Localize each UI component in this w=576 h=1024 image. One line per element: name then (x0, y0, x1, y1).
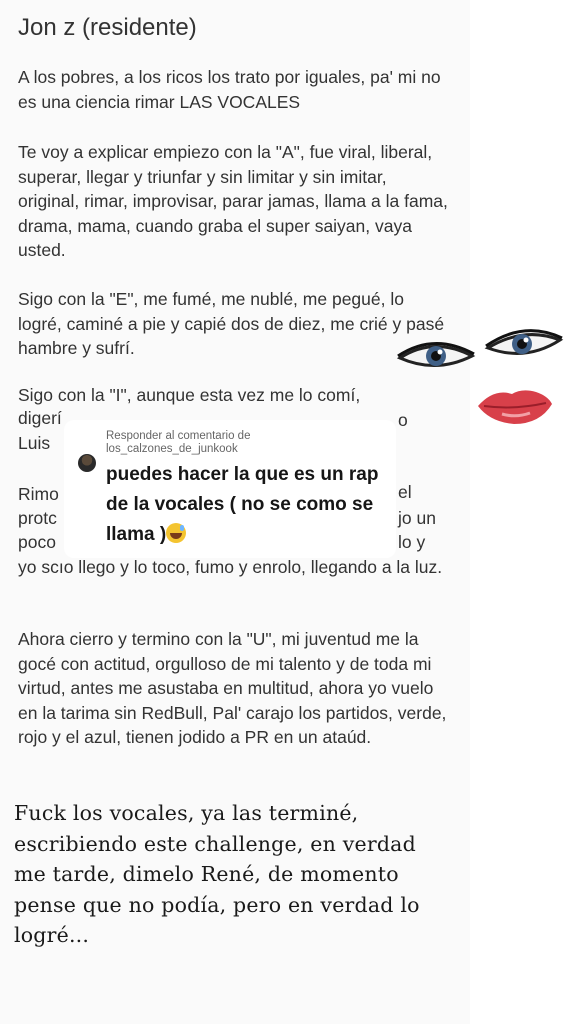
left-eye-sticker-icon (396, 342, 476, 368)
obscured-fragment-left-3: Rimo (18, 484, 59, 504)
lyrics-paragraph-3: Sigo con la "E", me fumé, me nublé, me p… (18, 289, 445, 358)
obscured-fragment-left-2: Luis (18, 433, 51, 453)
obscured-fragment-right-3: el (398, 482, 412, 502)
handwritten-verse: Fuck los vocales, ya las terminé, escrib… (14, 801, 420, 947)
obscured-fragment-right-4: jo un (398, 508, 436, 528)
reply-label: Responder al comentario de (106, 430, 251, 442)
comment-username[interactable]: los_calzones_de_junkook (106, 443, 250, 456)
obscured-fragment-right-1: o (398, 410, 408, 430)
grinning-sweat-emoji-icon (166, 523, 187, 543)
lyrics-paragraph-4-continued: yo scıo llego y lo toco, fumo y enrolo, … (18, 557, 443, 577)
lyrics-paragraph-4: Sigo con la "I", aunque esta vez me lo c… (18, 385, 361, 405)
comment-text: puedes hacer la que es un rap de la voca… (106, 460, 386, 550)
obscured-fragment-left-5: poco (18, 532, 56, 552)
obscured-fragment-left-1: digerí (18, 408, 62, 428)
reply-comment-card[interactable]: Responder al comentario de los_calzones_… (64, 420, 396, 558)
lips-sticker-icon (478, 390, 552, 424)
obscured-fragment-left-4: protc (18, 508, 57, 528)
lyrics-paragraph-1: A los pobres, a los ricos los trato por … (18, 67, 441, 112)
document-title: Jon z (residente) (18, 14, 197, 41)
background-margin (470, 0, 576, 1024)
commenter-avatar (78, 454, 96, 472)
comment-meta: Responder al comentario de los_calzones_… (106, 430, 250, 456)
comment-body: puedes hacer la que es un rap de la voca… (106, 464, 379, 545)
lyrics-paragraph-2: Te voy a explicar empiezo con la "A", fu… (18, 142, 448, 260)
obscured-fragment-right-5: lo y (398, 532, 426, 552)
lyrics-paragraph-5: Ahora cierro y termino con la "U", mi ju… (18, 629, 447, 747)
right-eye-sticker-icon (484, 329, 564, 355)
